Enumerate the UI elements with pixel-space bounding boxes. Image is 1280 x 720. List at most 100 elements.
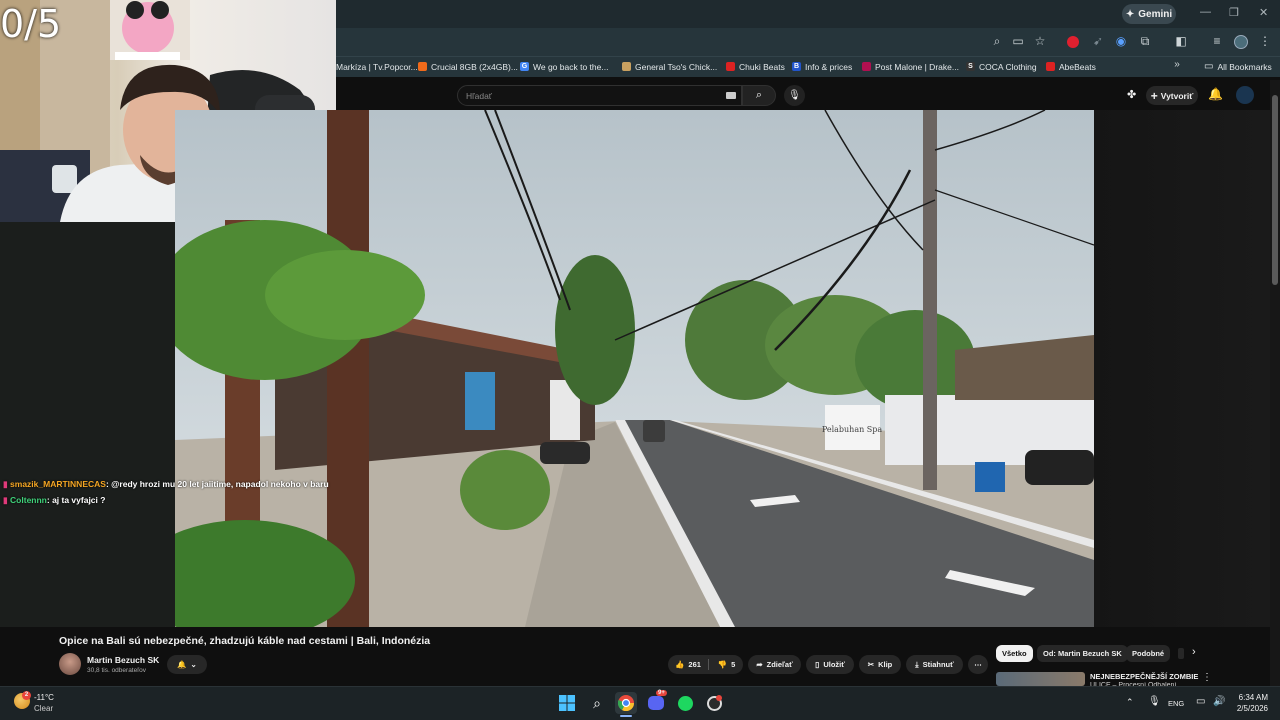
thumbs-down-icon: 👎 (717, 660, 728, 669)
next-video-thumbnail[interactable] (996, 672, 1085, 686)
tray-mic-icon[interactable]: 🎙 (1148, 696, 1161, 707)
folder-icon: ▭ (1204, 61, 1214, 72)
bookmark-favicon-icon: B (792, 62, 801, 71)
chips-next-icon[interactable]: › (1192, 646, 1196, 658)
chip-from-channel[interactable]: Od: Martin Bezuch SK (1037, 645, 1128, 662)
subscriber-count: 30,8 tis. odberateľov (87, 667, 146, 674)
bookmark-favicon-icon: S (966, 62, 975, 71)
tab-search-icon[interactable]: ≡ (1209, 34, 1225, 48)
weather-desc[interactable]: Clear (34, 704, 53, 713)
chat-background (0, 222, 175, 627)
chrome-icon[interactable] (615, 692, 637, 714)
like-button[interactable]: 👍 261 (668, 655, 708, 674)
bookmark-item[interactable]: Crucial 8GB (2x4GB)... (418, 59, 518, 74)
cast-icon[interactable]: ▭ (1010, 34, 1026, 48)
bookmark-item[interactable]: AbeBeats (1046, 59, 1096, 74)
all-bookmarks[interactable]: ▭ All Bookmarks (1204, 59, 1272, 74)
dislike-button[interactable]: 👎 5 (710, 655, 743, 674)
gemini-button[interactable]: ✦ Gemini (1122, 4, 1176, 24)
search-input[interactable]: Hľadať (457, 85, 742, 106)
scrollbar-thumb[interactable] (1272, 95, 1278, 285)
bookmark-icon: ▯ (815, 660, 820, 669)
maximize-icon[interactable]: ❐ (1229, 6, 1239, 19)
discord-badge: 9+ (656, 690, 667, 696)
search-button[interactable]: ⌕ (742, 85, 776, 106)
extensions-puzzle-icon[interactable]: ⧉ (1137, 34, 1153, 49)
obs-recording-dot (716, 695, 722, 701)
bookmark-item[interactable]: B Info & prices (792, 59, 852, 74)
video-frame: Pelabuhan Spa (175, 110, 1094, 627)
windows-start-icon[interactable] (556, 692, 578, 714)
video-title: Opice na Bali sú nebezpečné, zhadzujú ká… (59, 635, 431, 647)
bookmark-item[interactable]: Post Malone | Drake... (862, 59, 959, 74)
spa-sign-text: Pelabuhan Spa (822, 425, 883, 434)
chat-message: ▮ smazik_MARTINNECAS: @redy hrozi mu 20 … (3, 479, 329, 489)
bookmark-item[interactable]: Markíza | Tv.Popcor... (336, 59, 418, 74)
language-indicator[interactable]: ENG (1168, 699, 1184, 708)
extension-wave-icon[interactable]: ◉ (1113, 34, 1129, 48)
bookmarks-overflow-icon[interactable]: » (1169, 59, 1185, 70)
bookmark-item[interactable]: General Tso's Chick... (622, 59, 717, 74)
next-video-title[interactable]: NEJNEBEZPEČNĚJŠÍ ZOMBIE (1090, 672, 1198, 681)
minimize-icon[interactable]: — (1200, 6, 1211, 18)
thumbs-up-icon: 👍 (675, 660, 685, 669)
notifications-bell-icon[interactable]: 🔔 (1208, 87, 1223, 101)
network-icon[interactable]: ▭ (1196, 696, 1205, 707)
chip-all[interactable]: Všetko (996, 645, 1033, 662)
close-icon[interactable]: ✕ (1259, 6, 1268, 19)
bookmark-star-icon[interactable]: ☆ (1032, 34, 1048, 48)
bookmark-favicon-icon (418, 62, 427, 71)
obs-icon[interactable] (703, 692, 725, 714)
download-icon: ⤓ (915, 659, 919, 669)
download-button[interactable]: ⤓ Stiahnuť (906, 655, 963, 674)
gamepad-icon[interactable]: ✤ (1127, 88, 1136, 101)
menu-kebab-icon[interactable]: ⋮ (1257, 34, 1273, 48)
plus-icon: + (1150, 88, 1158, 103)
channel-avatar[interactable] (59, 653, 81, 675)
volume-icon[interactable]: 🔊 (1213, 696, 1225, 707)
bell-icon: 🔔 (177, 660, 187, 669)
create-button[interactable]: + Vytvoriť (1146, 86, 1198, 105)
bookmark-favicon-icon: G (520, 62, 529, 71)
weather-temp[interactable]: -11°C (34, 693, 54, 702)
bookmark-favicon-icon (622, 62, 631, 71)
chip-related[interactable]: Podobné (1126, 645, 1171, 662)
bookmark-item[interactable]: G We go back to the... (520, 59, 608, 74)
voice-search-button[interactable]: 🎙 (784, 85, 805, 106)
extension-lastpass-icon[interactable] (1067, 36, 1079, 48)
more-horizontal-icon: ⋯ (974, 660, 982, 669)
bookmark-item[interactable]: Chuki Beats (726, 59, 785, 74)
sparkle-icon: ✦ (1125, 8, 1135, 20)
extension-icon[interactable]: ➹ (1090, 34, 1106, 48)
keyboard-icon[interactable] (726, 92, 736, 99)
profile-avatar[interactable] (1234, 35, 1248, 49)
video-player[interactable]: Pelabuhan Spa (175, 110, 1094, 627)
clock-time[interactable]: 6:34 AM (1234, 693, 1268, 702)
account-avatar[interactable] (1236, 86, 1254, 104)
clip-button[interactable]: ✂ Klip (859, 655, 901, 674)
windows-taskbar (0, 686, 1280, 720)
chevron-down-icon: ⌄ (190, 660, 197, 669)
video-side-area (1094, 110, 1270, 627)
zoom-icon[interactable]: ⌕ (989, 34, 1005, 49)
bookmark-item[interactable]: S COCA Clothing (966, 59, 1037, 74)
next-video-menu-icon[interactable]: ⋮ (1202, 672, 1212, 683)
spotify-icon[interactable] (674, 692, 696, 714)
channel-name[interactable]: Martin Bezuch SK (87, 655, 159, 665)
bookmark-favicon-icon (862, 62, 871, 71)
active-app-indicator (620, 715, 632, 717)
scissors-icon: ✂ (867, 660, 875, 669)
save-button[interactable]: ▯ Uložiť (806, 655, 854, 674)
more-actions-button[interactable]: ⋯ (968, 655, 988, 674)
taskbar-search-icon[interactable]: ⌕ (586, 692, 608, 714)
chat-message: ▮ Coltennn: aj ta vyfajci ? (3, 495, 106, 505)
side-panel-icon[interactable]: ◧ (1173, 34, 1189, 48)
bookmark-favicon-icon (1046, 62, 1055, 71)
subscription-bell-button[interactable]: 🔔 ⌄ (167, 655, 207, 674)
tray-overflow-icon[interactable]: ⌃ (1126, 697, 1134, 708)
chip-partial[interactable] (1178, 648, 1184, 659)
share-icon: ➦ (756, 660, 763, 669)
bookmark-favicon-icon (726, 62, 735, 71)
clock-date[interactable]: 2/5/2026 (1230, 704, 1268, 713)
share-button[interactable]: ➦ Zdieľať (748, 655, 801, 674)
